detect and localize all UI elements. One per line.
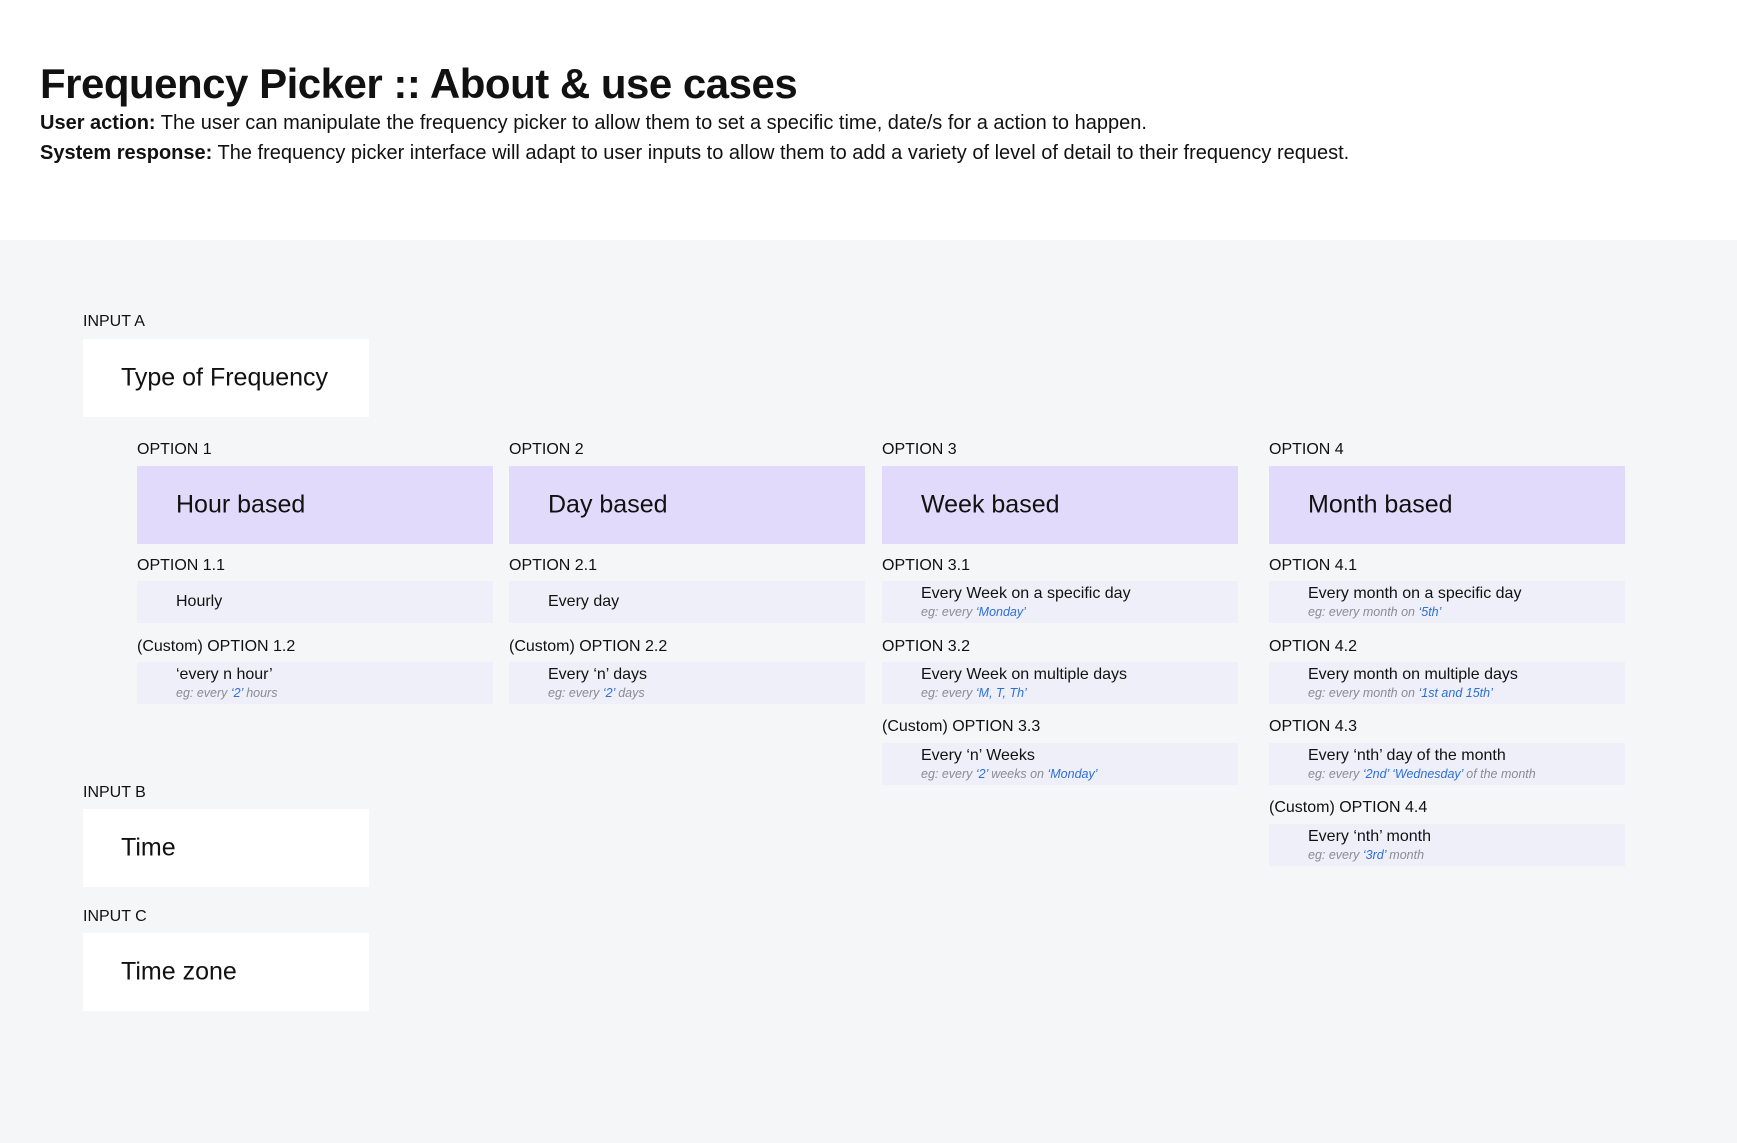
option-2-card: Day based — [509, 466, 865, 544]
option-2-1-tag: OPTION 2.1 — [509, 557, 598, 574]
option-4-3-card: Every ‘nth’ day of the month eg: every ‘… — [1269, 743, 1625, 785]
option-4-tag: OPTION 4 — [1269, 441, 1344, 458]
example-highlight: ‘2’ — [230, 686, 243, 700]
option-1-2-tag: (Custom) OPTION 1.2 — [137, 638, 296, 655]
example-text: eg: every — [921, 767, 976, 781]
option-4-4-card: Every ‘nth’ month eg: every ‘3rd’ month — [1269, 824, 1625, 866]
option-4-1-card: Every month on a specific day eg: every … — [1269, 581, 1625, 623]
option-1-1-card: Hourly — [137, 581, 493, 623]
example-text: hours — [242, 686, 278, 700]
option-3-3-tag: (Custom) OPTION 3.3 — [882, 718, 1041, 735]
example-highlight: ‘5th’ — [1418, 605, 1442, 619]
example-text: eg: every month on — [1308, 605, 1419, 619]
input-a-box: Type of Frequency — [83, 339, 369, 417]
input-c-tag: INPUT C — [83, 908, 147, 925]
example-text: of the month — [1462, 767, 1536, 781]
option-4-card: Month based — [1269, 466, 1625, 544]
option-4-3-example: eg: every ‘2nd’ ‘Wednesday’ of the month — [1308, 767, 1536, 781]
option-1-label: Hour based — [176, 490, 306, 519]
option-4-1-tag: OPTION 4.1 — [1269, 557, 1358, 574]
input-a-tag: INPUT A — [83, 313, 145, 330]
option-3-tag: OPTION 3 — [882, 441, 957, 458]
example-text: weeks on — [987, 767, 1048, 781]
example-highlight: ‘1st and 15th’ — [1418, 686, 1493, 700]
example-highlight: ‘2’ — [975, 767, 988, 781]
option-3-1-card: Every Week on a specific day eg: every ‘… — [882, 581, 1238, 623]
option-2-1-title: Every day — [548, 593, 620, 610]
option-2-2-card: Every ‘n’ days eg: every ‘2’ days — [509, 662, 865, 704]
option-1-2-card: ‘every n hour’ eg: every ‘2’ hours — [137, 662, 493, 704]
option-1-1-tag: OPTION 1.1 — [137, 557, 226, 574]
option-1-2-title: ‘every n hour’ — [176, 666, 273, 683]
example-text: eg: every — [921, 686, 976, 700]
input-c-label: Time zone — [121, 957, 237, 986]
header: Frequency Picker :: About & use cases Us… — [0, 0, 1737, 240]
option-4-4-title: Every ‘nth’ month — [1308, 828, 1432, 845]
option-3-3-example: eg: every ‘2’ weeks on ‘Monday’ — [921, 767, 1098, 781]
example-highlight: ‘Wednesday’ — [1392, 767, 1463, 781]
option-2-2-tag: (Custom) OPTION 2.2 — [509, 638, 668, 655]
option-3-2-title: Every Week on multiple days — [921, 666, 1128, 683]
example-highlight: ‘2nd’ — [1362, 767, 1389, 781]
option-4-1-title: Every month on a specific day — [1308, 585, 1522, 602]
option-3-1-title: Every Week on a specific day — [921, 585, 1131, 602]
option-2-label: Day based — [548, 490, 668, 519]
example-text: eg: every — [548, 686, 603, 700]
example-highlight: ‘2’ — [602, 686, 615, 700]
input-a-label: Type of Frequency — [121, 363, 329, 392]
example-text: month — [1385, 848, 1425, 862]
example-highlight: ‘Monday’ — [975, 605, 1026, 619]
example-highlight: ‘M, T, Th’ — [975, 686, 1027, 700]
user-action-label: User action: — [40, 112, 156, 134]
option-3-3-card: Every ‘n’ Weeks eg: every ‘2’ weeks on ‘… — [882, 743, 1238, 785]
option-3-2-example: eg: every ‘M, T, Th’ — [921, 686, 1027, 700]
input-c-box: Time zone — [83, 933, 369, 1011]
user-action-text: The user can manipulate the frequency pi… — [155, 112, 1147, 134]
option-4-1-example: eg: every month on ‘5th’ — [1308, 605, 1441, 619]
input-b-box: Time — [83, 809, 369, 887]
option-4-3-tag: OPTION 4.3 — [1269, 718, 1358, 735]
option-1-1-title: Hourly — [176, 593, 223, 610]
option-3-1-example: eg: every ‘Monday’ — [921, 605, 1026, 619]
option-2-1-card: Every day — [509, 581, 865, 623]
option-2-2-title: Every ‘n’ days — [548, 666, 647, 683]
example-text: eg: every — [176, 686, 231, 700]
option-4-4-tag: (Custom) OPTION 4.4 — [1269, 799, 1428, 816]
option-3-1-tag: OPTION 3.1 — [882, 557, 971, 574]
option-4-2-tag: OPTION 4.2 — [1269, 638, 1358, 655]
option-4-2-card: Every month on multiple days eg: every m… — [1269, 662, 1625, 704]
option-4-2-title: Every month on multiple days — [1308, 666, 1518, 683]
example-text: eg: every — [1308, 767, 1363, 781]
option-3-3-title: Every ‘n’ Weeks — [921, 747, 1035, 764]
option-3-2-card: Every Week on multiple days eg: every ‘M… — [882, 662, 1238, 704]
system-response-line: System response: The frequency picker in… — [40, 142, 1349, 165]
input-b-tag: INPUT B — [83, 784, 146, 801]
option-1-card: Hour based — [137, 466, 493, 544]
option-3-card: Week based — [882, 466, 1238, 544]
option-2-tag: OPTION 2 — [509, 441, 584, 458]
system-response-label: System response: — [40, 142, 213, 164]
option-2-2-example: eg: every ‘2’ days — [548, 686, 645, 700]
option-4-label: Month based — [1308, 490, 1453, 519]
option-4-2-example: eg: every month on ‘1st and 15th’ — [1308, 686, 1493, 700]
example-highlight: ‘3rd’ — [1362, 848, 1386, 862]
example-text: days — [614, 686, 645, 700]
user-action-line: User action: The user can manipulate the… — [40, 112, 1147, 135]
example-text: eg: every — [1308, 848, 1363, 862]
page-title: Frequency Picker :: About & use cases — [40, 60, 798, 107]
diagram-canvas: INPUT A Type of Frequency INPUT B Time I… — [0, 240, 1737, 1143]
option-1-tag: OPTION 1 — [137, 441, 212, 458]
option-3-label: Week based — [921, 490, 1060, 519]
system-response-text: The frequency picker interface will adap… — [212, 142, 1350, 164]
option-1-2-example: eg: every ‘2’ hours — [176, 686, 277, 700]
option-4-4-example: eg: every ‘3rd’ month — [1308, 848, 1424, 862]
example-text: eg: every month on — [1308, 686, 1419, 700]
option-3-2-tag: OPTION 3.2 — [882, 638, 971, 655]
option-4-3-title: Every ‘nth’ day of the month — [1308, 747, 1506, 764]
example-highlight: ‘Monday’ — [1047, 767, 1098, 781]
example-text: eg: every — [921, 605, 976, 619]
input-b-label: Time — [121, 833, 176, 862]
